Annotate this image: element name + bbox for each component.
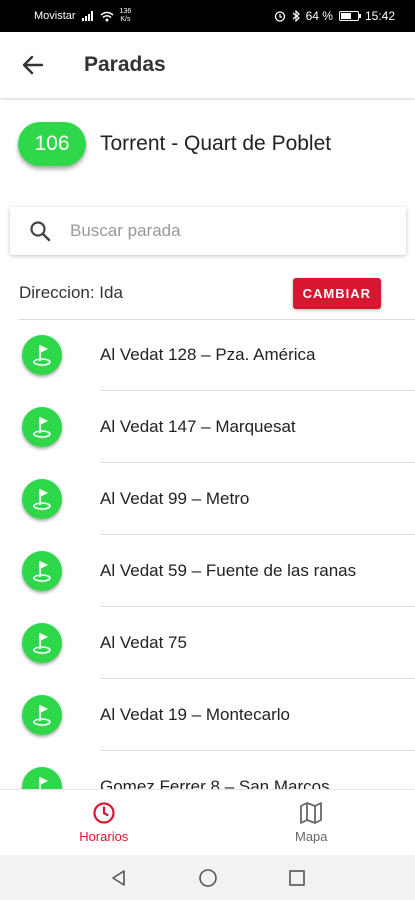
- stop-flag-icon: [22, 767, 62, 789]
- app-bar: Paradas: [0, 32, 415, 98]
- stop-name: Al Vedat 128 – Pza. América: [100, 345, 316, 364]
- list-item[interactable]: Al Vedat 147 – Marquesat: [0, 391, 415, 463]
- list-item[interactable]: Al Vedat 19 – Montecarlo: [0, 679, 415, 751]
- stop-flag-icon: [22, 695, 62, 735]
- change-direction-button[interactable]: CAMBIAR: [292, 277, 381, 309]
- stop-name: Al Vedat 99 – Metro: [100, 489, 250, 508]
- status-bar: Movistar 136 K/s 64 % 15:42: [0, 0, 415, 32]
- direction-label: Direccion: Ida: [19, 283, 123, 302]
- list-item[interactable]: Al Vedat 75: [0, 607, 415, 679]
- route-number-badge: 106: [18, 122, 86, 166]
- stop-name: Al Vedat 75: [100, 633, 187, 652]
- system-navigation-bar: [0, 855, 415, 900]
- network-speed: 136 K/s: [119, 8, 132, 23]
- clock-time: 15:42: [364, 9, 395, 23]
- square-recents-icon: [288, 869, 305, 886]
- route-header: 106 Torrent - Quart de Poblet: [18, 122, 331, 166]
- direction-row: Direccion: Ida CAMBIAR: [19, 276, 381, 310]
- nav-mapa-label: Mapa: [294, 829, 328, 844]
- battery-icon: [338, 11, 361, 21]
- alarm-icon: [274, 11, 285, 22]
- search-bar: [10, 207, 406, 255]
- clock-icon: [93, 802, 115, 824]
- stops-list: Al Vedat 128 – Pza. América Al Vedat 147…: [0, 319, 415, 789]
- list-item[interactable]: Gomez Ferrer 8 – San Marcos: [0, 751, 415, 789]
- battery-percent: 64 %: [305, 9, 333, 23]
- search-icon: [10, 220, 70, 242]
- system-back-button[interactable]: [110, 869, 128, 887]
- nav-mapa[interactable]: Mapa: [208, 790, 415, 855]
- list-item[interactable]: Al Vedat 59 – Fuente de las ranas: [0, 535, 415, 607]
- system-home-button[interactable]: [198, 868, 218, 888]
- signal-icon: [81, 11, 93, 21]
- wifi-icon: [100, 11, 114, 21]
- stop-name: Al Vedat 147 – Marquesat: [100, 417, 296, 436]
- nav-horarios-label: Horarios: [79, 829, 129, 844]
- stop-flag-icon: [22, 335, 62, 375]
- page-title: Paradas: [84, 53, 166, 76]
- bluetooth-icon: [292, 10, 300, 22]
- arrow-back-icon: [22, 55, 44, 75]
- stop-flag-icon: [22, 551, 62, 591]
- nav-horarios[interactable]: Horarios: [0, 790, 208, 855]
- search-input[interactable]: [70, 221, 370, 241]
- list-item[interactable]: Al Vedat 128 – Pza. América: [0, 319, 415, 391]
- list-item[interactable]: Al Vedat 99 – Metro: [0, 463, 415, 535]
- carrier-name: Movistar: [34, 10, 76, 22]
- system-recents-button[interactable]: [288, 869, 306, 887]
- stop-name: Al Vedat 59 – Fuente de las ranas: [100, 561, 357, 580]
- stop-name: Al Vedat 19 – Montecarlo: [100, 705, 290, 724]
- bottom-navigation: Horarios Mapa: [0, 789, 415, 855]
- triangle-back-icon: [111, 869, 125, 886]
- circle-home-icon: [198, 868, 217, 887]
- route-name: Torrent - Quart de Poblet: [100, 132, 332, 155]
- stop-name: Gomez Ferrer 8 – San Marcos: [100, 777, 330, 789]
- map-icon: [300, 802, 323, 824]
- stop-flag-icon: [22, 407, 62, 447]
- stop-flag-icon: [22, 479, 62, 519]
- back-button[interactable]: [0, 32, 66, 98]
- stop-flag-icon: [22, 623, 62, 663]
